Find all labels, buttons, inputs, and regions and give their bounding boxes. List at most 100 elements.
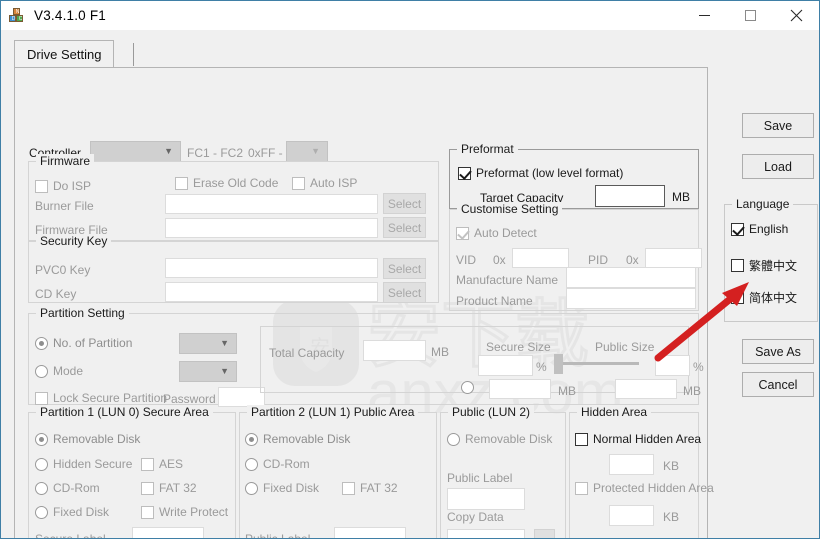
customise-legend: Customise Setting xyxy=(457,202,563,216)
lun2-removable-disk-radio[interactable]: Removable Disk xyxy=(447,432,552,446)
button-label: Select xyxy=(387,220,422,235)
pvc0-key-input[interactable] xyxy=(165,258,378,278)
cd-key-input[interactable] xyxy=(165,282,378,302)
button-label: Select xyxy=(387,285,422,300)
p2-fixed-disk-label: Fixed Disk xyxy=(263,481,320,495)
lun2-copy-data-browse-button[interactable]: .. xyxy=(534,529,555,538)
public-size-mb-input[interactable] xyxy=(615,379,677,399)
save-button[interactable]: Save xyxy=(742,113,814,138)
radio-circle xyxy=(447,432,460,446)
burner-file-input[interactable] xyxy=(165,194,378,214)
radio-circle xyxy=(245,457,258,471)
p2-removable-disk-label: Removable Disk xyxy=(263,432,351,446)
product-name-label: Product Name xyxy=(456,294,533,308)
language-label: 繁體中文 xyxy=(749,259,798,273)
total-capacity-input[interactable] xyxy=(363,340,426,361)
language-option-traditional-chinese[interactable]: 繁體中文 xyxy=(731,257,797,274)
p1-aes-checkbox[interactable]: AES xyxy=(141,457,183,471)
no-of-partition-select[interactable]: ▼ xyxy=(179,333,237,354)
radio-circle xyxy=(35,364,48,378)
language-option-english[interactable]: English xyxy=(731,222,788,236)
mode-label: Mode xyxy=(53,364,84,378)
public-size-percent-input[interactable] xyxy=(655,355,690,376)
firmware-file-input[interactable] xyxy=(165,218,378,238)
p1-secure-label-input[interactable] xyxy=(132,527,204,538)
client-area: Drive Setting 安 安下载 anxz.com Controller … xyxy=(2,30,818,538)
secure-size-radio[interactable] xyxy=(461,381,479,394)
p1-write-protect-checkbox[interactable]: Write Protect xyxy=(141,505,228,519)
lun2-public-label-input[interactable] xyxy=(447,488,525,510)
p2-removable-disk-radio[interactable]: Removable Disk xyxy=(245,432,350,446)
maximize-icon[interactable] xyxy=(727,1,773,30)
password-input[interactable] xyxy=(218,387,265,407)
mode-select[interactable]: ▼ xyxy=(179,361,237,382)
drive-setting-page: 安 安下载 anxz.com Controller ▼ FC1 - FC2 0x… xyxy=(14,67,714,539)
pvc0-key-select-button[interactable]: Select xyxy=(383,258,426,279)
title-bar: N D C V3.4.1.0 F1 xyxy=(1,1,819,30)
controller-sub-select[interactable]: ▼ xyxy=(286,141,328,162)
size-slider-track[interactable] xyxy=(563,362,639,365)
secure-size-percent-input[interactable] xyxy=(478,355,533,376)
p2-cd-rom-radio[interactable]: CD-Rom xyxy=(245,457,310,471)
close-icon[interactable] xyxy=(773,1,819,30)
size-slider-thumb[interactable] xyxy=(554,354,563,374)
pid-input[interactable] xyxy=(645,248,702,268)
tab-drive-setting[interactable]: Drive Setting xyxy=(14,40,115,68)
protected-hidden-area-checkbox[interactable]: Protected Hidden Area xyxy=(575,481,714,495)
protected-hidden-area-unit: KB xyxy=(663,510,680,524)
manufacture-name-input[interactable] xyxy=(566,267,696,288)
language-option-simplified-chinese[interactable]: 简体中文 xyxy=(731,289,797,306)
lun2-copy-data-input[interactable] xyxy=(447,529,525,538)
language-legend: Language xyxy=(732,197,794,211)
normal-hidden-area-checkbox[interactable]: Normal Hidden Area xyxy=(575,432,701,446)
preformat-checkbox[interactable]: Preformat (low level format) xyxy=(458,166,623,180)
lun2-removable-disk-label: Removable Disk xyxy=(465,432,553,446)
minimize-icon[interactable] xyxy=(681,1,727,30)
hidden-area-legend: Hidden Area xyxy=(577,405,652,419)
public-lun2-legend: Public (LUN 2) xyxy=(448,405,535,419)
p2-public-label-input[interactable] xyxy=(334,527,406,538)
partition1-legend: Partition 1 (LUN 0) Secure Area xyxy=(36,405,213,419)
chevron-down-icon: ▼ xyxy=(311,146,320,156)
no-of-partition-radio[interactable]: No. of Partition xyxy=(35,336,132,350)
lock-secure-partition-checkbox[interactable]: Lock Secure Partition xyxy=(35,391,167,405)
product-name-input[interactable] xyxy=(566,288,696,309)
preformat-label: Preformat (low level format) xyxy=(476,166,624,180)
protected-hidden-area-input[interactable] xyxy=(609,505,654,526)
p1-hidden-secure-radio[interactable]: Hidden Secure xyxy=(35,457,132,471)
p2-fixed-disk-radio[interactable]: Fixed Disk xyxy=(245,481,319,495)
save-as-button[interactable]: Save As xyxy=(742,339,814,364)
checkbox-box xyxy=(175,176,188,190)
secure-size-mb-input[interactable] xyxy=(489,379,551,399)
p1-removable-disk-radio[interactable]: Removable Disk xyxy=(35,432,140,446)
do-isp-checkbox[interactable]: Do ISP xyxy=(35,179,91,193)
p1-fat32-checkbox[interactable]: FAT 32 xyxy=(141,481,197,495)
checkbox-box xyxy=(141,481,154,495)
cd-key-select-button[interactable]: Select xyxy=(383,282,426,303)
vid-label: VID xyxy=(456,253,477,267)
p1-aes-label: AES xyxy=(159,457,184,471)
auto-detect-checkbox[interactable]: Auto Detect xyxy=(456,226,537,240)
vid-input[interactable] xyxy=(512,248,569,268)
controller-select[interactable]: ▼ xyxy=(90,141,181,162)
burner-file-select-button[interactable]: Select xyxy=(383,193,426,214)
p1-cd-rom-radio[interactable]: CD-Rom xyxy=(35,481,100,495)
p1-write-protect-label: Write Protect xyxy=(159,505,229,519)
normal-hidden-area-input[interactable] xyxy=(609,454,654,475)
load-button[interactable]: Load xyxy=(742,154,814,179)
p2-public-label-label: Public Label xyxy=(245,532,311,539)
partition2-legend: Partition 2 (LUN 1) Public Area xyxy=(247,405,419,419)
mode-radio[interactable]: Mode xyxy=(35,364,83,378)
target-capacity-input[interactable] xyxy=(595,185,665,207)
erase-old-code-checkbox[interactable]: Erase Old Code xyxy=(175,176,278,190)
p2-fat32-checkbox[interactable]: FAT 32 xyxy=(342,481,398,495)
p1-fixed-disk-radio[interactable]: Fixed Disk xyxy=(35,505,109,519)
p1-fixed-disk-label: Fixed Disk xyxy=(53,505,110,519)
firmware-file-select-button[interactable]: Select xyxy=(383,217,426,238)
burner-file-label: Burner File xyxy=(35,199,94,213)
checkbox-box xyxy=(456,226,469,240)
cancel-button[interactable]: Cancel xyxy=(742,372,814,397)
checkbox-box xyxy=(141,505,154,519)
radio-circle xyxy=(461,381,474,394)
auto-isp-checkbox[interactable]: Auto ISP xyxy=(292,176,357,190)
